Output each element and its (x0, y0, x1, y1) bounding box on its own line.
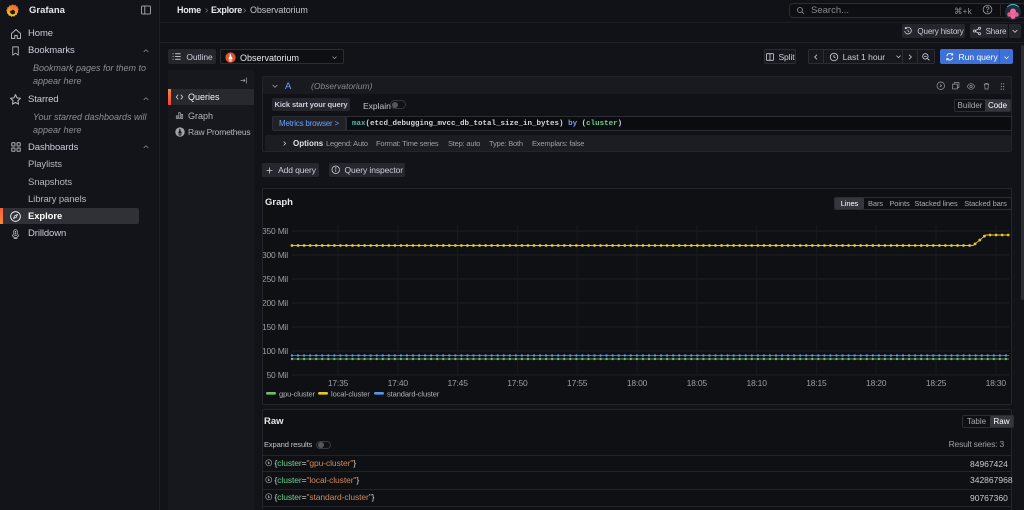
svg-text:300 Mil: 300 Mil (263, 250, 288, 260)
svg-text:18:25: 18:25 (926, 378, 947, 388)
svg-text:18:00: 18:00 (627, 378, 648, 388)
svg-text:local-cluster: local-cluster (331, 390, 370, 399)
svg-text:18:20: 18:20 (866, 378, 887, 388)
svg-text:150 Mil: 150 Mil (263, 322, 288, 332)
svg-text:200 Mil: 200 Mil (263, 298, 288, 308)
svg-text:250 Mil: 250 Mil (263, 274, 288, 284)
svg-text:17:45: 17:45 (447, 378, 468, 388)
svg-text:17:55: 17:55 (567, 378, 588, 388)
svg-text:17:50: 17:50 (507, 378, 528, 388)
svg-text:standard-cluster: standard-cluster (387, 390, 440, 399)
svg-text:350 Mil: 350 Mil (263, 226, 288, 236)
svg-text:18:05: 18:05 (687, 378, 708, 388)
svg-text:18:10: 18:10 (746, 378, 767, 388)
svg-text:17:35: 17:35 (328, 378, 349, 388)
svg-text:17:40: 17:40 (388, 378, 409, 388)
svg-text:18:15: 18:15 (806, 378, 827, 388)
svg-text:100 Mil: 100 Mil (263, 346, 288, 356)
svg-text:50 Mil: 50 Mil (267, 370, 289, 380)
svg-text:18:30: 18:30 (986, 378, 1007, 388)
svg-text:gpu-cluster: gpu-cluster (279, 390, 316, 399)
